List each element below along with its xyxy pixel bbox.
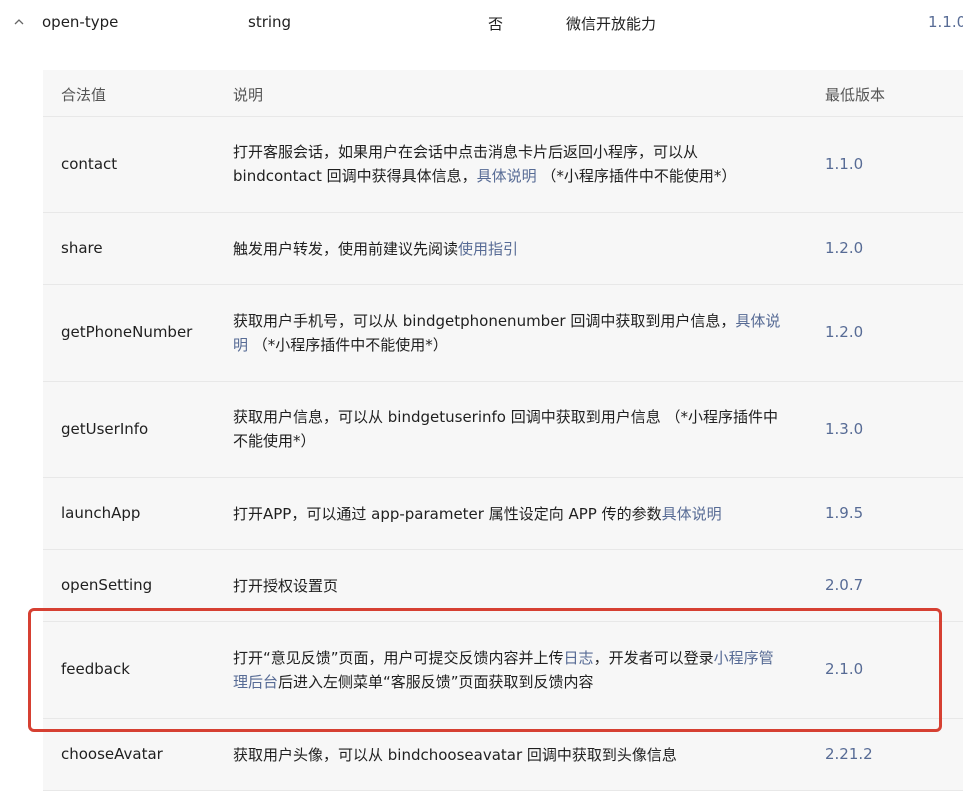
property-description: 微信开放能力 xyxy=(566,15,657,33)
detail-link[interactable]: 具体说明 xyxy=(477,167,537,185)
row-desc: 打开APP，可以通过 app-parameter 属性设定向 APP 传的参数具… xyxy=(233,505,722,523)
header-desc: 说明 xyxy=(233,86,264,104)
table-row: launchApp 打开APP，可以通过 app-parameter 属性设定向… xyxy=(43,478,963,550)
row-version: 2.0.7 xyxy=(825,576,864,594)
property-row: open-type string 否 微信开放能力 1.1.0 xyxy=(0,0,963,44)
guide-link[interactable]: 使用指引 xyxy=(458,240,518,258)
valid-values-table: 合法值 说明 最低版本 contact 打开客服会话，如果用户在会话中点击消息卡… xyxy=(43,70,963,791)
property-type: string xyxy=(248,13,292,31)
table-row: chooseAvatar 获取用户头像，可以从 bindchooseavatar… xyxy=(43,719,963,791)
row-version: 1.9.5 xyxy=(825,504,864,522)
row-value: feedback xyxy=(61,660,130,678)
table-row: share 触发用户转发，使用前建议先阅读使用指引 1.2.0 xyxy=(43,213,963,285)
row-desc: 打开客服会话，如果用户在会话中点击消息卡片后返回小程序，可以从 bindcont… xyxy=(233,143,737,185)
table-row: getUserInfo 获取用户信息，可以从 bindgetuserinfo 回… xyxy=(43,382,963,478)
table-row: contact 打开客服会话，如果用户在会话中点击消息卡片后返回小程序，可以从 … xyxy=(43,117,963,213)
property-version: 1.1.0 xyxy=(928,13,963,31)
row-version: 2.21.2 xyxy=(825,745,873,763)
row-version: 1.2.0 xyxy=(825,239,864,257)
row-desc: 触发用户转发，使用前建议先阅读使用指引 xyxy=(233,240,519,258)
row-desc: 获取用户信息，可以从 bindgetuserinfo 回调中获取到用户信息 （*… xyxy=(233,408,779,450)
row-value: getPhoneNumber xyxy=(61,323,193,341)
row-version: 1.2.0 xyxy=(825,323,864,341)
row-desc: 打开授权设置页 xyxy=(233,577,339,595)
row-desc: 获取用户手机号，可以从 bindgetphonenumber 回调中获取到用户信… xyxy=(233,312,781,354)
header-value: 合法值 xyxy=(61,86,107,104)
row-value: getUserInfo xyxy=(61,420,149,438)
table-row: feedback 打开“意见反馈”页面，用户可提交反馈内容并上传日志，开发者可以… xyxy=(43,622,963,719)
table-row: openSetting 打开授权设置页 2.0.7 xyxy=(43,550,963,622)
chevron-up-icon[interactable] xyxy=(14,13,24,25)
row-value: openSetting xyxy=(61,576,153,594)
detail-link[interactable]: 具体说明 xyxy=(662,505,722,523)
row-version: 2.1.0 xyxy=(825,660,864,678)
log-link[interactable]: 日志 xyxy=(564,649,594,667)
row-value: share xyxy=(61,239,103,257)
row-value: chooseAvatar xyxy=(61,745,163,763)
header-version: 最低版本 xyxy=(825,86,886,104)
table-row: getPhoneNumber 获取用户手机号，可以从 bindgetphonen… xyxy=(43,285,963,382)
row-value: contact xyxy=(61,155,118,173)
property-required: 否 xyxy=(488,15,504,33)
property-name: open-type xyxy=(42,13,119,31)
row-version: 1.1.0 xyxy=(825,155,864,173)
table-header: 合法值 说明 最低版本 xyxy=(43,70,963,117)
row-version: 1.3.0 xyxy=(825,420,864,438)
row-value: launchApp xyxy=(61,504,141,522)
row-desc: 打开“意见反馈”页面，用户可提交反馈内容并上传日志，开发者可以登录小程序管理后台… xyxy=(233,649,774,691)
